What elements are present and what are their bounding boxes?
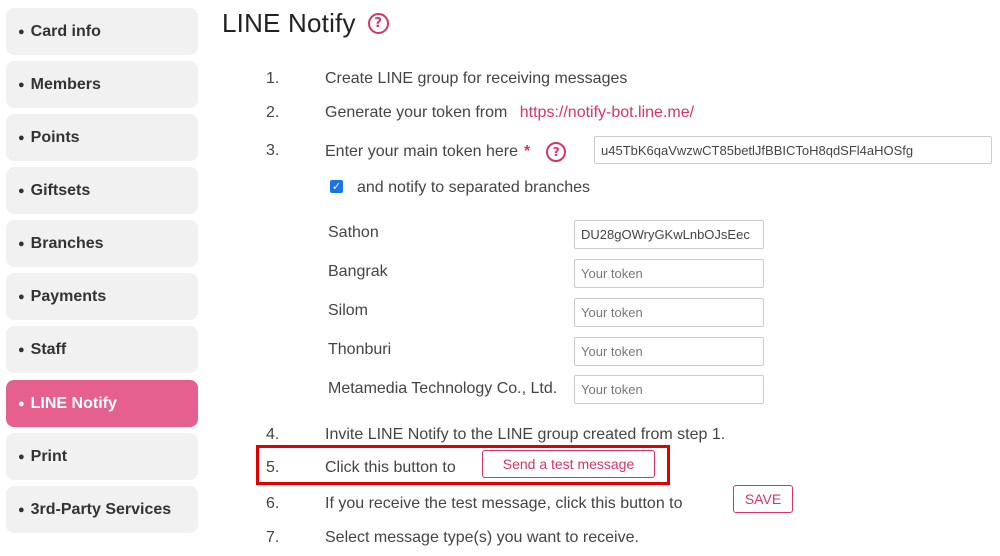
bullet-icon: ● <box>18 25 25 38</box>
sidebar-item-label: Card info <box>30 22 101 40</box>
step-number: 2. <box>266 104 280 121</box>
branch-label: Bangrak <box>328 263 388 280</box>
step-number: 1. <box>266 70 280 87</box>
help-icon[interactable]: ? <box>367 13 389 34</box>
branch-label: Silom <box>328 302 369 319</box>
sidebar-item-card-info[interactable]: ● Card info <box>6 8 198 55</box>
step-text: Create LINE group for receiving messages <box>325 70 628 87</box>
bullet-icon: ● <box>18 237 25 250</box>
bullet-icon: ● <box>18 343 25 356</box>
branch-token-input[interactable] <box>574 220 764 249</box>
branch-token-input[interactable] <box>574 337 764 366</box>
line-notify-link[interactable]: https://notify-bot.line.me/ <box>520 104 694 121</box>
step-text-label: Generate your token from <box>325 104 508 121</box>
branch-label: Metamedia Technology Co., Ltd. <box>328 380 558 397</box>
branch-token-input[interactable] <box>574 298 764 327</box>
bullet-icon: ● <box>18 290 25 303</box>
main-token-input[interactable] <box>594 136 992 164</box>
bullet-icon: ● <box>18 184 25 197</box>
step-number: 3. <box>266 142 280 159</box>
sidebar-item-third-party-services[interactable]: ● 3rd-Party Services <box>6 486 198 533</box>
sidebar-item-line-notify[interactable]: ● LINE Notify <box>6 380 198 427</box>
sidebar-item-points[interactable]: ● Points <box>6 114 198 161</box>
page-title: LINE Notify ? <box>222 8 389 39</box>
sidebar-item-branches[interactable]: ● Branches <box>6 220 198 267</box>
step-text: Click this button to <box>325 459 456 476</box>
send-test-message-button[interactable]: Send a test message <box>482 450 655 478</box>
step-text-label: Enter your main token here <box>325 143 518 160</box>
step-text: Invite LINE Notify to the LINE group cre… <box>325 426 726 443</box>
step-text: Generate your token from https://notify-… <box>325 104 694 122</box>
sidebar-item-payments[interactable]: ● Payments <box>6 273 198 320</box>
step-number: 4. <box>266 426 280 443</box>
sidebar-item-label: LINE Notify <box>30 394 117 412</box>
save-button[interactable]: SAVE <box>733 485 793 513</box>
branch-label: Thonburi <box>328 341 392 358</box>
bullet-icon: ● <box>18 397 25 410</box>
sidebar-item-label: Branches <box>30 234 104 252</box>
step-number: 6. <box>266 495 280 512</box>
branch-token-input[interactable] <box>574 375 764 404</box>
step-text: Select message type(s) you want to recei… <box>325 529 639 546</box>
sidebar-item-members[interactable]: ● Members <box>6 61 198 108</box>
bullet-icon: ● <box>18 503 25 516</box>
bullet-icon: ● <box>18 450 25 463</box>
step-text: If you receive the test message, click t… <box>325 495 683 512</box>
sidebar-item-label: Payments <box>30 287 107 305</box>
step-text: Enter your main token here * ? <box>325 142 567 162</box>
step-number: 7. <box>266 529 280 546</box>
step-number: 5. <box>266 459 280 476</box>
required-marker: * <box>524 143 531 160</box>
sidebar-item-label: Print <box>30 447 68 465</box>
branch-token-input[interactable] <box>574 259 764 288</box>
sidebar-item-label: Points <box>30 128 80 146</box>
sidebar-item-label: Giftsets <box>30 181 91 199</box>
sidebar-item-staff[interactable]: ● Staff <box>6 326 198 373</box>
sidebar-item-print[interactable]: ● Print <box>6 433 198 480</box>
separate-branches-checkbox[interactable]: ✓ <box>330 180 343 193</box>
sidebar-item-label: 3rd-Party Services <box>30 500 172 518</box>
checkbox-label: and notify to separated branches <box>357 179 591 196</box>
sidebar-item-giftsets[interactable]: ● Giftsets <box>6 167 198 214</box>
sidebar-item-label: Staff <box>30 340 67 358</box>
branch-label: Sathon <box>328 224 379 241</box>
bullet-icon: ● <box>18 131 25 144</box>
bullet-icon: ● <box>18 78 25 91</box>
page-title-text: LINE Notify <box>222 8 356 38</box>
help-icon[interactable]: ? <box>546 142 567 162</box>
sidebar-item-label: Members <box>30 75 101 93</box>
